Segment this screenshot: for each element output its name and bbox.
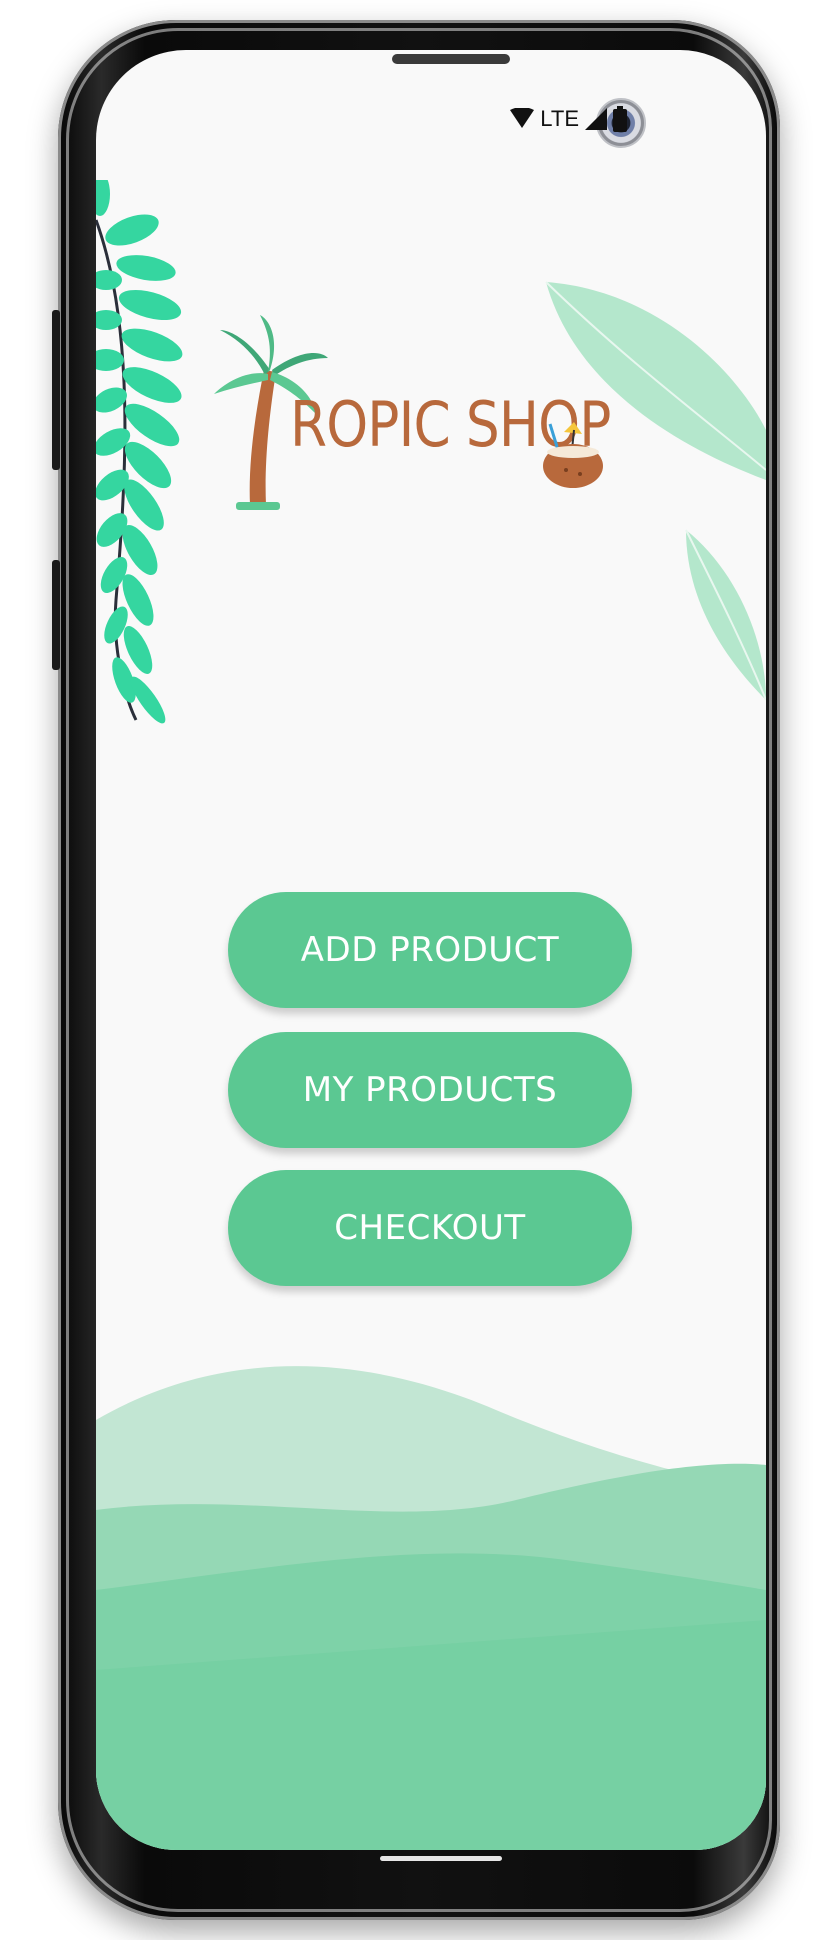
status-bar: LTE — [510, 106, 627, 132]
battery-icon — [613, 106, 627, 132]
volume-button — [52, 310, 60, 470]
checkout-button[interactable]: CHECKOUT — [228, 1170, 632, 1286]
app-screen: ROPIC SHOP ADD PRODUCT MY PRODUCTS CHECK… — [96, 50, 766, 1850]
my-products-button[interactable]: MY PRODUCTS — [228, 1032, 632, 1148]
coconut-drink-icon — [543, 422, 603, 488]
wave-decoration — [96, 1366, 766, 1850]
signal-icon — [585, 108, 607, 130]
add-product-button[interactable]: ADD PRODUCT — [228, 892, 632, 1008]
speaker-grille — [392, 54, 510, 64]
app-logo: ROPIC SHOP — [214, 310, 640, 520]
home-indicator[interactable] — [380, 1856, 502, 1861]
network-type-label: LTE — [540, 106, 579, 131]
wifi-icon — [510, 108, 535, 128]
power-button — [52, 560, 60, 670]
